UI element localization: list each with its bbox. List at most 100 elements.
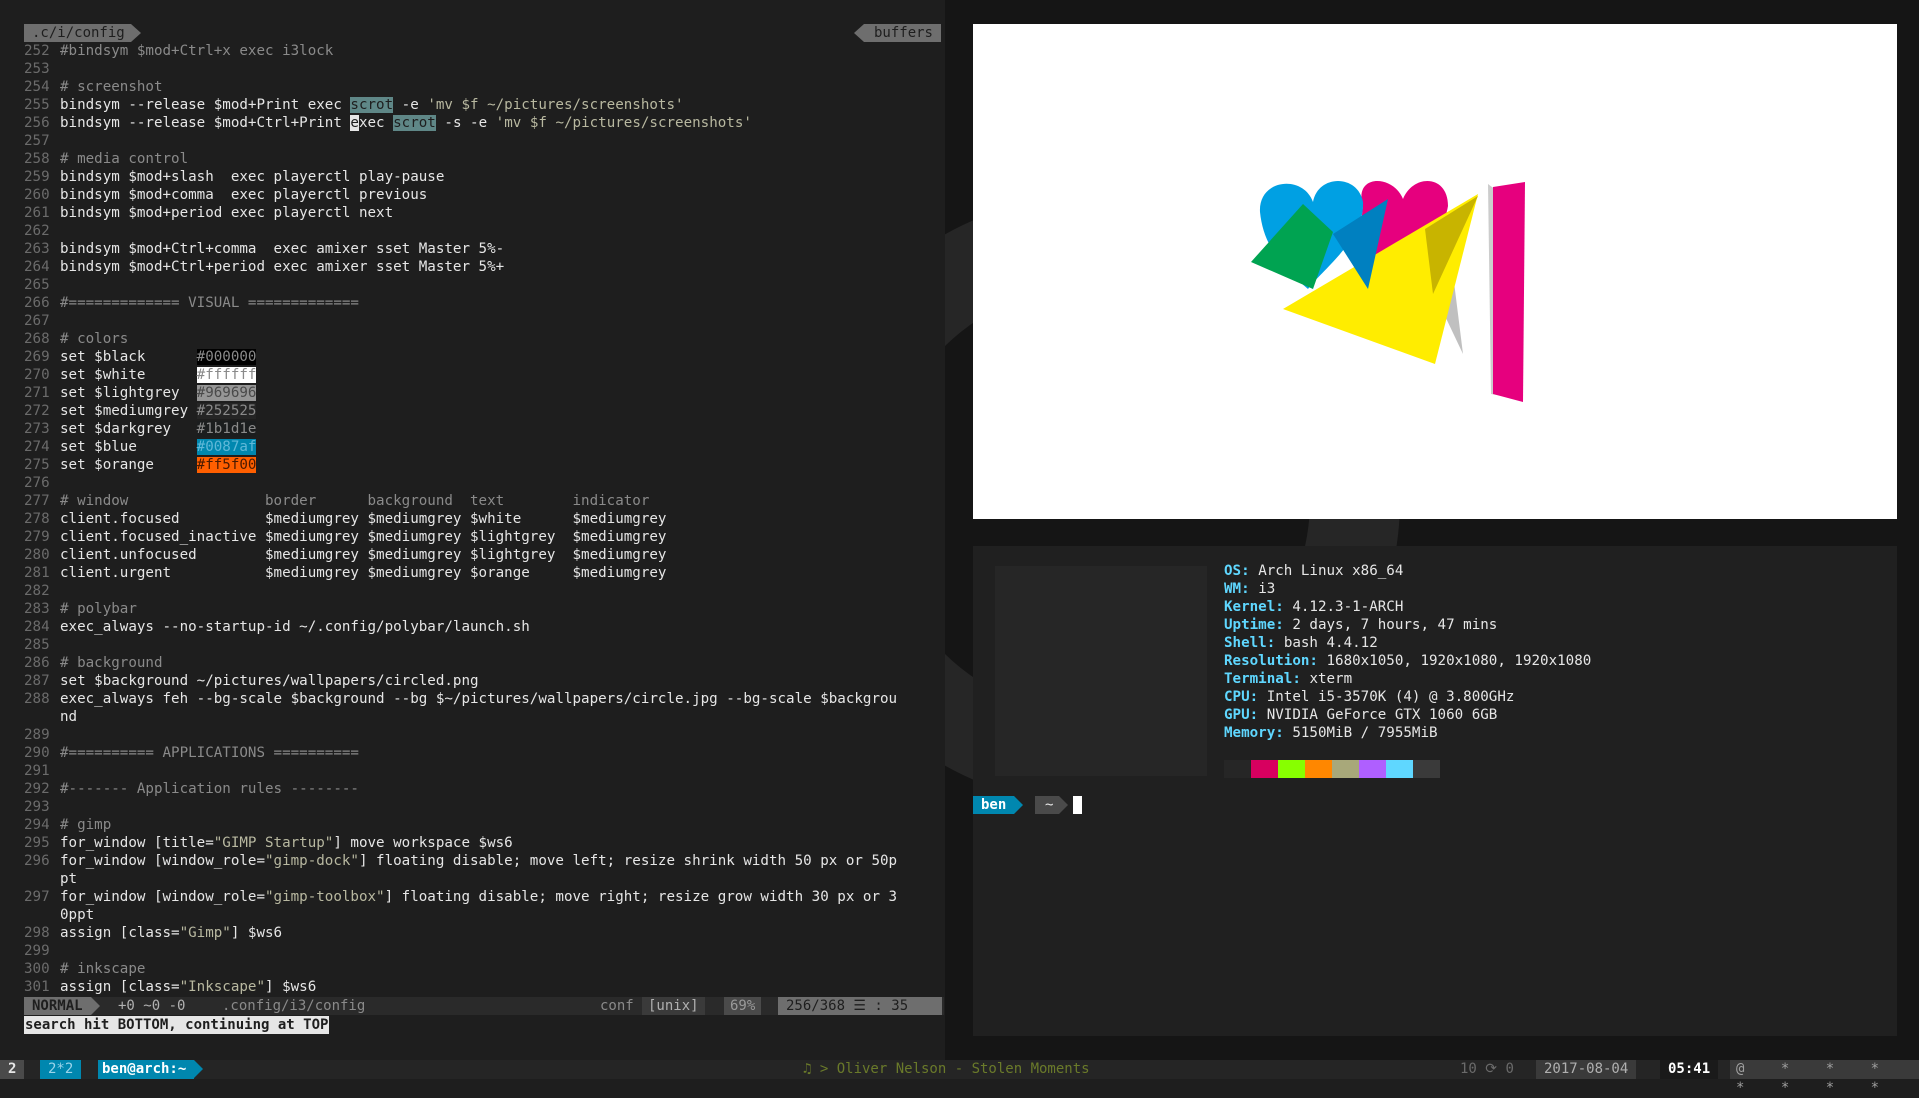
code-line: 255 bindsym --release $mod+Print exec scr… — [24, 97, 684, 113]
code-line: 257 — [24, 133, 50, 149]
terminal-window[interactable]: OS: Arch Linux x86_64 WM: i3 Kernel: 4.1… — [973, 546, 1897, 1036]
code-line: 297 for_window [window_role="gimp-toolbox… — [24, 889, 898, 905]
code-line: 288 exec_always feh --bg-scale $backgroun… — [24, 691, 898, 707]
color-palette — [1224, 760, 1440, 778]
sysinfo-row: OS: Arch Linux x86_64 — [1224, 563, 1404, 579]
sysinfo-row: Shell: bash 4.4.12 — [1224, 635, 1378, 651]
code-line: 272 set $mediumgrey #252525 — [24, 403, 257, 419]
date-display: 2017-08-04 — [1536, 1060, 1637, 1079]
focused-window-title: ben@arch:~ — [98, 1060, 204, 1079]
prompt-user: ben — [973, 796, 1024, 814]
updates-counter: 10 ⟳ 0 — [1460, 1061, 1514, 1077]
image-viewer-window[interactable] — [973, 24, 1897, 519]
scroll-percent: 69% — [724, 997, 762, 1015]
palette-swatch — [1332, 760, 1359, 778]
code-line: 295 for_window [title="GIMP Startup"] mov… — [24, 835, 513, 851]
tab-current-file[interactable]: .c/i/config — [24, 24, 141, 42]
clock: 05:41 — [1660, 1060, 1719, 1079]
code-line: 280 client.unfocused $mediumgrey $mediumg… — [24, 547, 667, 563]
vim-tabline: .c/i/config buffers — [24, 22, 945, 42]
code-line: 299 — [24, 943, 50, 959]
code-line: 259 bindsym $mod+slash exec playerctl pla… — [24, 169, 445, 185]
code-line: 256 bindsym --release $mod+Ctrl+Print exe… — [24, 115, 752, 131]
code-line: 298 assign [class="Gimp"] $ws6 — [24, 925, 283, 941]
code-line: nd — [60, 709, 78, 725]
code-line: 262 — [24, 223, 50, 239]
code-line: 287 set $background ~/pictures/wallpapers… — [24, 673, 479, 689]
code-line: 270 set $white #ffffff — [24, 367, 257, 383]
palette-swatch — [1413, 760, 1440, 778]
workspace-button[interactable]: 2 — [0, 1060, 25, 1079]
code-line: 252 #bindsym $mod+Ctrl+x exec i3lock — [24, 43, 334, 59]
sysinfo-row: Uptime: 2 days, 7 hours, 47 mins — [1224, 617, 1498, 633]
code-line: 254 # screenshot — [24, 79, 163, 95]
code-line: 275 set $orange #ff5f00 — [24, 457, 257, 473]
code-line: 291 — [24, 763, 50, 779]
neofetch-sysinfo: OS: Arch Linux x86_64 WM: i3 Kernel: 4.1… — [1224, 562, 1591, 742]
file-path: .config/i3/config — [222, 998, 366, 1014]
code-line: 281 client.urgent $mediumgrey $mediumgrey… — [24, 565, 667, 581]
code-line: 0ppt — [60, 907, 95, 923]
system-tray[interactable]: @ * * * * * * * — [1730, 1060, 1919, 1096]
workspace-button-active[interactable]: 2*2 — [40, 1060, 82, 1079]
code-line: 266 #============= VISUAL ============= — [24, 295, 359, 311]
code-line: 260 bindsym $mod+comma exec playerctl pre… — [24, 187, 428, 203]
code-line: pt — [60, 871, 78, 887]
sysinfo-row: Memory: 5150MiB / 7955MiB — [1224, 725, 1438, 741]
code-line: 292 #------- Application rules -------- — [24, 781, 359, 797]
sysinfo-row: Terminal: xterm — [1224, 671, 1353, 687]
vim-editor[interactable]: .c/i/config buffers 252 #bindsym $mod+Ctr… — [0, 22, 945, 1034]
code-line: 267 — [24, 313, 50, 329]
sysinfo-row: Resolution: 1680x1050, 1920x1080, 1920x1… — [1224, 653, 1592, 669]
code-line: 263 bindsym $mod+Ctrl+comma exec amixer s… — [24, 241, 505, 257]
vim-statusline: NORMAL +0 ~0 -0 .config/i3/config conf [… — [24, 997, 944, 1015]
now-playing[interactable]: ♫ > Oliver Nelson - Stolen Moments — [803, 1060, 1090, 1079]
sysinfo-row: WM: i3 — [1224, 581, 1276, 597]
code-line: 269 set $black #000000 — [24, 349, 257, 365]
filetype: conf — [600, 998, 634, 1014]
tab-buffers[interactable]: buffers — [853, 24, 941, 42]
palette-swatch — [1278, 760, 1305, 778]
code-line: 296 for_window [window_role="gimp-dock"] … — [24, 853, 898, 869]
sysinfo-row: CPU: Intel i5-3570K (4) @ 3.800GHz — [1224, 689, 1515, 705]
code-line: 294 # gimp — [24, 817, 112, 833]
code-line: 301 assign [class="Inkscape"] $ws6 — [24, 979, 317, 995]
code-line: 268 # colors — [24, 331, 129, 347]
polybar-status-bar: 2 2*2 ben@arch:~ ♫ > Oliver Nelson - Sto… — [0, 1060, 1919, 1096]
palette-swatch — [1251, 760, 1278, 778]
code-line: 286 # background — [24, 655, 163, 671]
cursor-position: 256/368 ☰ : 35 — [778, 997, 942, 1015]
code-line: 271 set $lightgrey #969696 — [24, 385, 257, 401]
palette-swatch — [1305, 760, 1332, 778]
sysinfo-row: Kernel: 4.12.3-1-ARCH — [1224, 599, 1404, 615]
terminal-cursor — [1073, 796, 1082, 814]
code-line: 261 bindsym $mod+period exec playerctl ne… — [24, 205, 394, 221]
code-line: 264 bindsym $mod+Ctrl+period exec amixer … — [24, 259, 505, 275]
sysinfo-row: GPU: NVIDIA GeForce GTX 1060 6GB — [1224, 707, 1498, 723]
code-line: 258 # media control — [24, 151, 189, 167]
code-line: 300 # inkscape — [24, 961, 146, 977]
code-line: 278 client.focused $mediumgrey $mediumgre… — [24, 511, 667, 527]
code-line: 284 exec_always --no-startup-id ~/.config… — [24, 619, 530, 635]
code-line: 290 #========== APPLICATIONS ========== — [24, 745, 359, 761]
code-line: 277 # window border background text indic… — [24, 493, 650, 509]
code-line: 282 — [24, 583, 50, 599]
neofetch-logo-area — [995, 566, 1207, 776]
code-line: 293 — [24, 799, 50, 815]
git-diff-summary: +0 ~0 -0 — [118, 998, 186, 1014]
mode-indicator: NORMAL — [24, 997, 100, 1015]
code-line: 283 # polybar — [24, 601, 137, 617]
palette-swatch — [1386, 760, 1413, 778]
code-line: 265 — [24, 277, 50, 293]
logo-artwork — [1251, 181, 1525, 402]
prompt-directory: ~ — [1035, 796, 1070, 814]
file-format: [unix] — [642, 997, 705, 1015]
palette-swatch — [1359, 760, 1386, 778]
code-line: 274 set $blue #0087af — [24, 439, 257, 455]
code-line: 276 — [24, 475, 50, 491]
code-line: 273 set $darkgrey #1b1d1e — [24, 421, 257, 437]
command-line-message: search hit BOTTOM, continuing at TOP — [24, 1016, 330, 1034]
code-line: 253 — [24, 61, 50, 77]
code-line: 285 — [24, 637, 50, 653]
code-buffer[interactable]: 252 #bindsym $mod+Ctrl+x exec i3lock 253 … — [24, 42, 944, 996]
